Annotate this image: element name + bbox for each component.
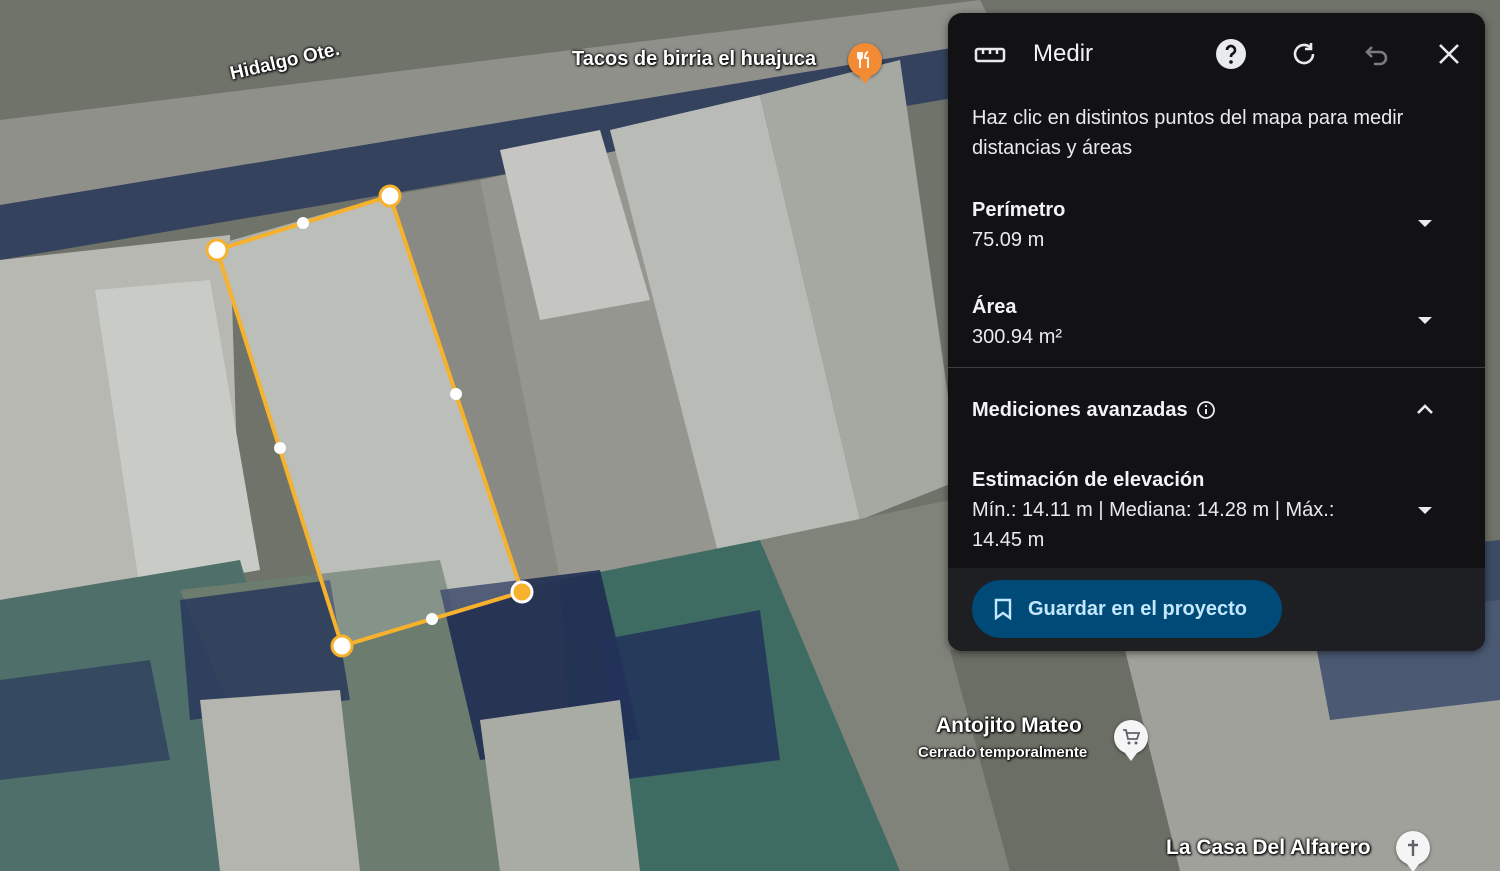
midpoint-handle[interactable] [426,613,438,625]
measured-area-polygon [214,193,525,649]
save-footer: Guardar en el proyecto [948,568,1485,651]
help-icon[interactable] [1211,34,1251,74]
poi-label-tacos[interactable]: Tacos de birria el huajuca [572,48,816,71]
undo-icon[interactable] [1357,34,1397,74]
poi-subtitle-antojito: Cerrado temporalmente [918,744,1088,761]
area-label: Área [972,296,1017,318]
chevron-down-icon[interactable] [1415,213,1435,233]
church-cross-icon[interactable] [1396,831,1430,865]
shopping-cart-icon[interactable] [1114,720,1148,754]
panel-header: Medir [948,13,1485,95]
close-icon[interactable] [1429,34,1469,74]
midpoint-handle[interactable] [297,217,309,229]
perimeter-value: 75.09 m [972,229,1045,251]
vertex-handle[interactable] [378,184,402,208]
chevron-down-icon[interactable] [1415,310,1435,330]
chevron-down-icon[interactable] [1415,500,1435,520]
restaurant-icon[interactable] [848,43,882,77]
poi-label-antojito[interactable]: Antojito Mateo [936,714,1082,738]
vertex-handle[interactable] [330,634,354,658]
perimeter-row[interactable]: Perímetro 75.09 m [972,195,1462,255]
ruler-icon [970,35,1010,75]
measure-panel: Medir Haz clic en distintos puntos del m… [948,13,1485,651]
chevron-up-icon[interactable] [1415,399,1435,419]
area-value: 300.94 m² [972,326,1063,348]
save-to-project-button[interactable]: Guardar en el proyecto [972,580,1282,638]
midpoint-handle[interactable] [450,388,462,400]
reset-icon[interactable] [1284,34,1324,74]
elevation-values-cont: 14.45 m [972,529,1045,551]
advanced-measurements-row[interactable]: Mediciones avanzadas [972,395,1462,425]
elevation-values: Mín.: 14.11 m | Mediana: 14.28 m | Máx.: [972,499,1335,521]
midpoint-handle[interactable] [274,442,286,454]
save-to-project-label: Guardar en el proyecto [1028,597,1247,620]
advanced-measurements-label: Mediciones avanzadas [972,399,1188,421]
poi-label-alfarero[interactable]: La Casa Del Alfarero [1166,836,1371,860]
area-row[interactable]: Área 300.94 m² [972,292,1462,352]
section-divider [948,367,1485,368]
panel-title: Medir [1033,40,1094,67]
elevation-label: Estimación de elevación [972,469,1205,491]
elevation-row[interactable]: Estimación de elevación Mín.: 14.11 m | … [972,465,1462,555]
instructions-text: Haz clic en distintos puntos del mapa pa… [972,107,1404,159]
perimeter-label: Perímetro [972,199,1066,221]
bookmark-icon [994,598,1012,620]
vertex-handle[interactable] [205,238,229,262]
info-icon[interactable] [1196,400,1216,420]
vertex-handle-active[interactable] [510,580,534,604]
